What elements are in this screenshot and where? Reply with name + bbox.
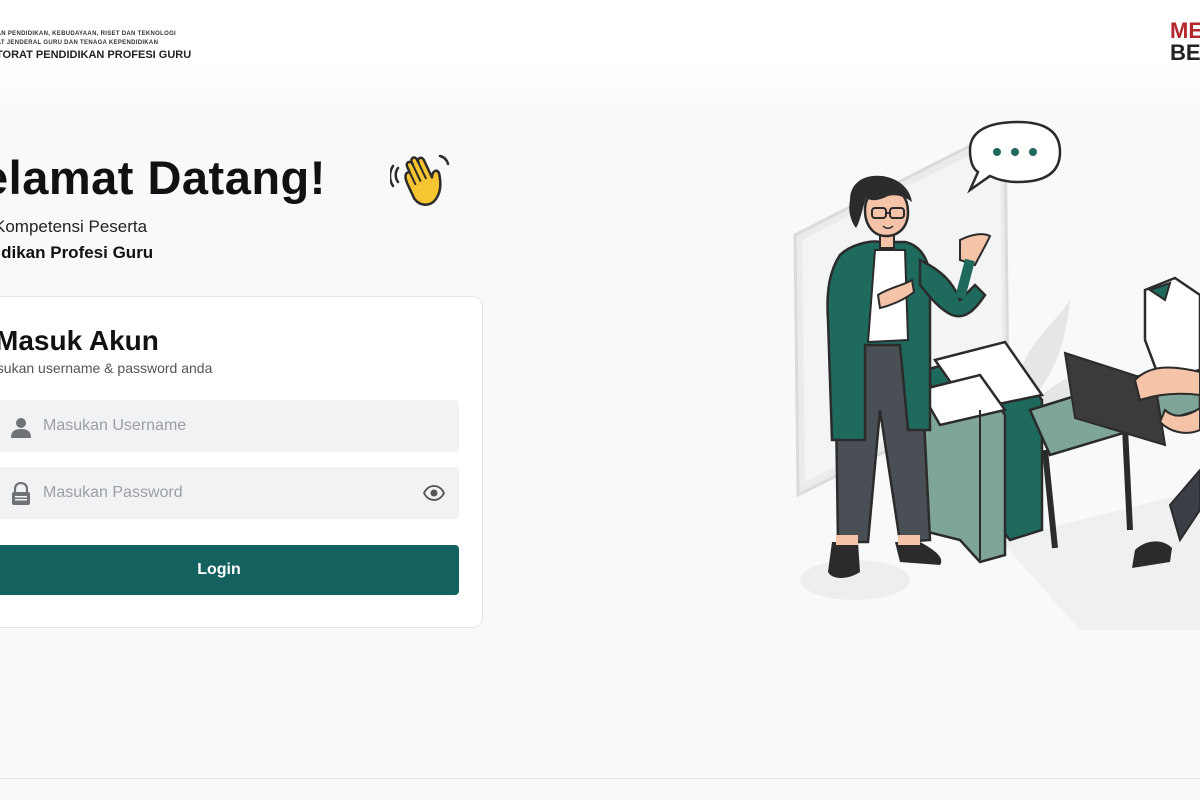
- login-subtitle: asukan username & password anda: [0, 360, 213, 376]
- welcome-title: elamat Datang!: [0, 151, 326, 204]
- login-button[interactable]: Login: [0, 545, 459, 595]
- welcome-subtitle-1: Kompetensi Peserta: [0, 217, 148, 236]
- waving-hand-icon: [390, 154, 450, 206]
- login-card: Masuk Akun asukan username & password an…: [0, 296, 483, 628]
- teacher-illustration: [793, 120, 1200, 630]
- logo-line-directorate-general: RAT JENDERAL GURU DAN TENAGA KEPENDIDIKA…: [0, 40, 159, 46]
- user-icon: [11, 418, 31, 438]
- password-field[interactable]: [0, 467, 459, 519]
- brand-line-2: BE: [1170, 40, 1200, 64]
- username-field[interactable]: [0, 400, 459, 452]
- eye-icon[interactable]: [423, 483, 445, 503]
- institution-logo: DAN PENDIDIKAN, KEBUDAYAAN, RISET DAN TE…: [0, 30, 220, 62]
- brand-line-1: ME: [1170, 20, 1200, 43]
- login-title: Masuk Akun: [0, 325, 159, 356]
- logo-line-ministry: DAN PENDIDIKAN, KEBUDAYAAN, RISET DAN TE…: [0, 31, 177, 37]
- footer-divider: [0, 778, 1200, 779]
- lock-icon: [12, 482, 30, 505]
- brand-logo: ME BE: [1170, 20, 1200, 64]
- login-page: DAN PENDIDIKAN, KEBUDAYAAN, RISET DAN TE…: [0, 0, 1200, 800]
- password-input[interactable]: [43, 467, 403, 519]
- logo-line-directorate: TORAT PENDIDIKAN PROFESI GURU: [0, 49, 192, 61]
- username-input[interactable]: [43, 400, 403, 452]
- welcome-subtitle-2: didikan Profesi Guru: [0, 243, 154, 262]
